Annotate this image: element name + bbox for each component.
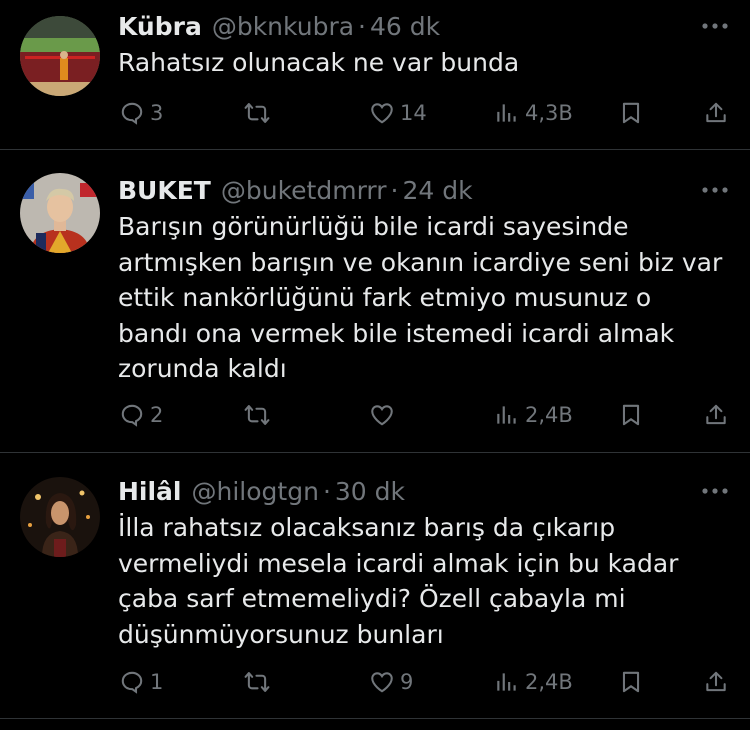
tweet-2[interactable]: BUKET @buketdmrrr · 24 dk Barışın görünü… [0,150,750,453]
avatar[interactable] [20,173,100,253]
reply-icon [121,404,143,427]
separator: · [322,476,331,506]
share-icon [706,102,726,123]
share-button[interactable] [703,662,729,702]
reply-button[interactable]: 1 [119,662,163,702]
action-bar: 2 2,4B [0,395,750,435]
share-icon [706,671,726,692]
bookmark-button[interactable] [618,395,644,435]
share-button[interactable] [703,93,729,133]
retweet-icon [244,405,270,425]
tweet-text: İlla rahatsız olacaksanız barış da çıkar… [118,513,679,649]
action-bar: 3 14 4,3B [0,93,750,133]
reply-count: 1 [150,670,164,694]
reply-icon [121,102,143,125]
separator: · [390,175,399,205]
timestamp[interactable]: 24 dk [402,176,472,205]
reply-icon [121,671,143,694]
bookmark-button[interactable] [618,662,644,702]
author-name[interactable]: Kübra [118,12,202,41]
bookmark-icon [622,102,640,124]
bookmark-icon [622,671,640,693]
tweet-3[interactable]: Hilâl @hilogtgn · 30 dk İlla rahatsız ol… [0,453,750,719]
action-bar: 1 9 2,4B [0,662,750,702]
author-handle[interactable]: @hilogtgn [192,477,319,506]
reply-count: 2 [150,403,164,427]
views-icon [497,406,516,424]
tweet-header: BUKET @buketdmrrr · 24 dk [118,172,730,208]
like-count: 14 [400,101,427,125]
bookmark-icon [622,404,640,426]
share-icon [706,404,726,425]
reply-button[interactable]: 2 [119,395,163,435]
retweet-button[interactable] [244,395,275,435]
retweet-icon [244,672,270,692]
timestamp[interactable]: 30 dk [335,477,405,506]
author-name[interactable]: Hilâl [118,477,182,506]
separator: · [358,11,366,41]
like-button[interactable] [369,395,400,435]
tweet-text: Rahatsız olunacak ne var bunda [118,48,520,77]
views-count: 2,4B [525,403,573,427]
views-button[interactable]: 2,4B [494,662,573,702]
like-count: 9 [400,670,414,694]
more-icon[interactable] [700,479,730,503]
views-count: 4,3B [525,101,573,125]
tweet-header: Kübra @bknkubra · 46 dk [118,8,730,44]
like-icon [371,103,393,124]
author-name[interactable]: BUKET [118,176,211,205]
views-icon [497,673,516,691]
like-icon [371,672,393,693]
views-button[interactable]: 2,4B [494,395,573,435]
like-button[interactable]: 9 [369,662,413,702]
views-icon [497,104,516,122]
retweet-icon [244,103,270,123]
retweet-button[interactable] [244,93,275,133]
reply-count: 3 [150,101,164,125]
more-icon[interactable] [700,178,730,202]
views-count: 2,4B [525,670,573,694]
author-handle[interactable]: @bknkubra [212,12,354,41]
tweet-header: Hilâl @hilogtgn · 30 dk [118,473,730,509]
views-button[interactable]: 4,3B [494,93,573,133]
share-button[interactable] [703,395,729,435]
author-handle[interactable]: @buketdmrrr [221,176,387,205]
tweet-text: Barışın görünürlüğü bile icardi sayesind… [118,212,723,383]
retweet-button[interactable] [244,662,275,702]
reply-button[interactable]: 3 [119,93,163,133]
tweet-1[interactable]: Kübra @bknkubra · 46 dk Rahatsız olunaca… [0,0,750,150]
like-icon [371,405,393,426]
more-icon[interactable] [700,14,730,38]
timestamp[interactable]: 46 dk [370,12,440,41]
bookmark-button[interactable] [618,93,644,133]
avatar[interactable] [20,16,100,96]
like-button[interactable]: 14 [369,93,427,133]
avatar[interactable] [20,477,100,557]
